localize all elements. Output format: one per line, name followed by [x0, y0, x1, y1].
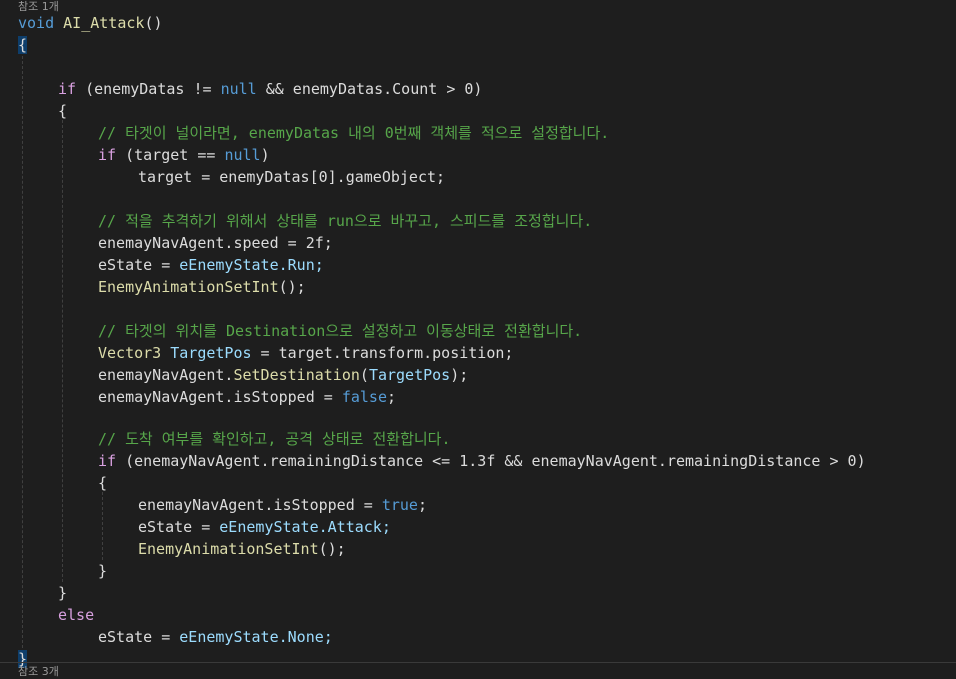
false-keyword: false — [341, 388, 387, 406]
method-call: SetDestination — [233, 366, 360, 384]
method-name: AI_Attack — [63, 14, 145, 32]
enum-value: eEnemyState.None; — [179, 628, 333, 646]
code-text: (); — [318, 540, 346, 558]
code-text: enemayNavAgent.isStopped = — [138, 496, 382, 514]
comment-line: // 적을 추격하기 위해서 상태를 run으로 바꾸고, 스피드를 조정합니다… — [98, 212, 593, 230]
code-text: ); — [450, 366, 469, 384]
code-line-state-none: eState = eEnemyState.None; — [98, 626, 333, 648]
code-text: && enemyDatas.Count > 0) — [256, 80, 483, 98]
code-line-speed: enemayNavAgent.speed = 2f; — [98, 234, 333, 252]
code-line-anim: EnemyAnimationSetInt(); — [138, 538, 346, 560]
brace-line: { — [98, 474, 108, 492]
local-variable: TargetPos — [170, 344, 252, 362]
null-keyword: null — [220, 80, 257, 98]
parens: () — [144, 14, 163, 32]
local-variable: TargetPos — [368, 366, 451, 384]
enum-value: eEnemyState.Attack; — [219, 518, 391, 536]
code-line-state-attack: eState = eEnemyState.Attack; — [138, 516, 391, 538]
open-brace: { — [18, 34, 28, 56]
code-line-if-target: if (target == null) — [98, 144, 270, 166]
if-keyword: if — [98, 146, 117, 164]
indent-guide — [102, 492, 103, 560]
else-keyword: else — [58, 606, 95, 624]
code-line-set-destination: enemayNavAgent.SetDestination(TargetPos)… — [98, 364, 468, 386]
code-line-isstopped-true: enemayNavAgent.isStopped = true; — [138, 494, 427, 516]
method-call: EnemyAnimationSetInt — [138, 540, 319, 558]
method-separator — [0, 662, 956, 663]
code-text: enemayNavAgent. — [98, 366, 234, 384]
code-text: ) — [260, 146, 270, 164]
code-line-isstopped-false: enemayNavAgent.isStopped = false; — [98, 386, 396, 408]
true-keyword: true — [381, 496, 418, 514]
comment-line: // 타겟의 위치를 Destination으로 설정하고 이동상태로 전환합니… — [98, 322, 583, 340]
code-line-vector: Vector3 TargetPos = target.transform.pos… — [98, 342, 513, 364]
code-text: (enemayNavAgent.remainingDistance <= 1.3… — [116, 452, 866, 470]
highlighted-brace: { — [18, 36, 28, 54]
code-text: (); — [278, 278, 306, 296]
brace-line: } — [98, 562, 108, 580]
indent-guide — [22, 56, 23, 648]
code-lens-references[interactable]: 참조 3개 — [18, 665, 59, 679]
brace-line: { — [58, 102, 68, 120]
method-signature: void AI_Attack() — [18, 12, 163, 34]
code-text: eState = — [98, 256, 180, 274]
code-line-state-run: eState = eEnemyState.Run; — [98, 254, 324, 276]
code-text: eState = — [98, 628, 180, 646]
code-text: enemayNavAgent.isStopped = — [98, 388, 342, 406]
if-keyword: if — [98, 452, 117, 470]
code-text: = target.transform.position; — [251, 344, 514, 362]
comment-line: // 타겟이 널이라면, enemyDatas 내의 0번째 객체를 적으로 설… — [98, 124, 610, 142]
brace-line: } — [58, 584, 68, 602]
code-line-anim: EnemyAnimationSetInt(); — [98, 276, 306, 298]
code-text: ; — [417, 496, 427, 514]
null-keyword: null — [224, 146, 261, 164]
type-name: Vector3 — [98, 344, 162, 362]
if-keyword: if — [58, 80, 77, 98]
code-line-assign-target: target = enemyDatas[0].gameObject; — [138, 168, 446, 186]
code-line-if-distance: if (enemayNavAgent.remainingDistance <= … — [98, 450, 866, 472]
indent-guide — [62, 120, 63, 582]
code-line-if-enemydatas: if (enemyDatas != null && enemyDatas.Cou… — [58, 78, 482, 100]
enum-value: eEnemyState.Run; — [179, 256, 324, 274]
code-line-else: else — [58, 604, 94, 626]
comment-line: // 도착 여부를 확인하고, 공격 상태로 전환합니다. — [98, 430, 451, 448]
code-text: ( — [359, 366, 369, 384]
code-editor[interactable]: 참조 1개 void AI_Attack() { if (enemyDatas … — [0, 0, 956, 678]
code-text: (enemyDatas != — [76, 80, 221, 98]
void-keyword: void — [18, 14, 55, 32]
code-text: ; — [387, 388, 397, 406]
method-call: EnemyAnimationSetInt — [98, 278, 279, 296]
code-text: (target == — [116, 146, 225, 164]
code-text: eState = — [138, 518, 220, 536]
